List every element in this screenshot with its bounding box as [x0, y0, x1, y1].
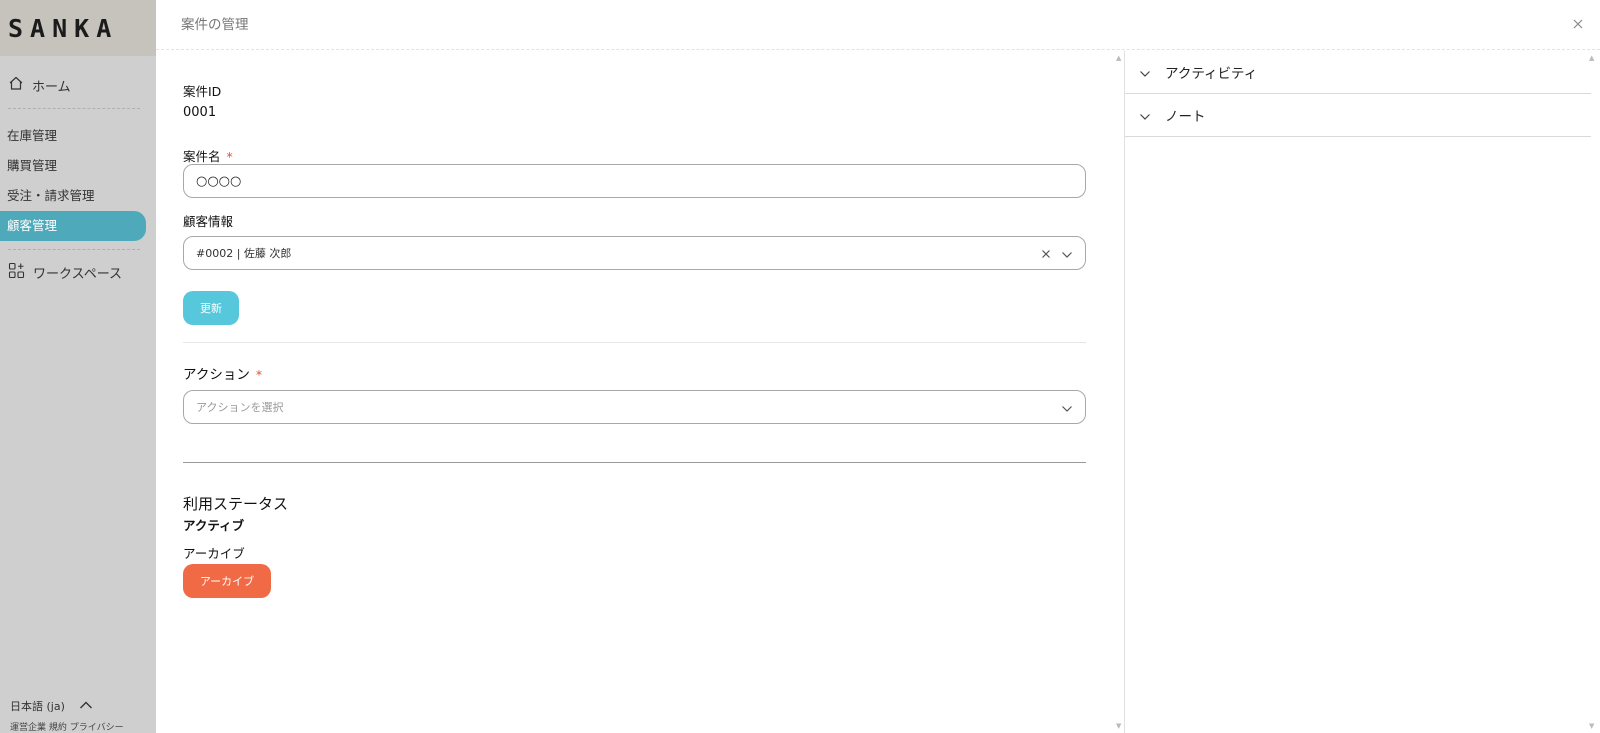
deal-id-value: 0001 [183, 105, 217, 120]
deal-name-input[interactable]: ○○○○ [183, 164, 1086, 198]
footer-link-privacy[interactable]: プライバシー [70, 723, 124, 733]
language-label: 日本語 (ja) [10, 700, 65, 713]
archive-button[interactable]: アーカイブ [183, 564, 271, 598]
accordion-label: アクティビティ [1165, 66, 1258, 82]
chevron-down-icon[interactable] [1061, 398, 1073, 417]
apps-grid-icon [8, 262, 25, 283]
action-label: アクション * [183, 363, 262, 383]
sidebar-item-inventory[interactable]: 在庫管理 [0, 121, 156, 151]
update-button[interactable]: 更新 [183, 291, 239, 325]
footer-link-terms[interactable]: 規約 [49, 723, 67, 733]
archive-label: アーカイブ [183, 546, 245, 561]
accordion-activity[interactable]: アクティビティ [1125, 51, 1591, 94]
page-title: 案件の管理 [181, 17, 249, 33]
sidebar-item-purchasing[interactable]: 購買管理 [0, 151, 156, 181]
close-icon[interactable] [1568, 14, 1588, 34]
drawer-header: 案件の管理 [156, 0, 1600, 50]
chevron-down-icon [1139, 106, 1151, 125]
action-select-placeholder: アクションを選択 [196, 401, 284, 414]
select-controls [1041, 244, 1073, 263]
right-panel: アクティビティ ノート [1124, 51, 1600, 733]
chevron-up-icon[interactable] [79, 700, 93, 713]
clear-icon[interactable] [1041, 244, 1051, 263]
deal-id-label: 案件ID [183, 84, 222, 99]
sidebar-item-home[interactable]: ホーム [0, 74, 156, 96]
required-mark: * [255, 367, 263, 382]
customer-select-value: #0002 | 佐藤 次郎 [196, 247, 292, 260]
deal-name-value: ○○○○ [196, 173, 242, 189]
chevron-down-icon [1139, 63, 1151, 82]
sidebar-item-label: ワークスペース [33, 266, 123, 282]
scroll-down-arrow[interactable]: ▼ [1116, 722, 1121, 730]
customer-label: 顧客情報 [183, 214, 234, 229]
scroll-down-arrow[interactable]: ▼ [1589, 722, 1594, 730]
scroll-up-arrow[interactable]: ▲ [1116, 54, 1121, 62]
accordion-label: ノート [1165, 109, 1206, 125]
deal-name-label: 案件名 * [183, 146, 233, 165]
sidebar-item-customers[interactable]: 顧客管理 [0, 211, 146, 241]
scroll-up-arrow[interactable]: ▲ [1589, 54, 1594, 62]
usage-status-value: アクティブ [183, 518, 245, 533]
required-mark: * [226, 149, 233, 164]
sidebar-item-orders-billing[interactable]: 受注・請求管理 [0, 181, 156, 211]
footer-links: 運営企業 規約 プライバシー [10, 720, 150, 733]
customer-select[interactable]: #0002 | 佐藤 次郎 [183, 236, 1086, 270]
logo-area: SANKA [0, 0, 156, 56]
chevron-down-icon[interactable] [1061, 244, 1073, 263]
usage-status-title: 利用ステータス [183, 495, 289, 513]
sidebar-item-workspace[interactable]: ワークスペース [0, 260, 156, 284]
sidebar-divider [8, 249, 140, 250]
accordion-notes[interactable]: ノート [1125, 94, 1591, 137]
sidebar-footer: 日本語 (ja) 運営企業 規約 プライバシー [10, 698, 150, 733]
section-divider [183, 462, 1086, 463]
home-icon [8, 75, 24, 95]
language-selector[interactable]: 日本語 (ja) [10, 698, 150, 714]
sidebar: SANKA ホーム 在庫管理 購買管理 受注・請求管理 顧客管理 ワークスペース… [0, 0, 156, 733]
logo[interactable]: SANKA [8, 14, 118, 43]
sidebar-divider [8, 108, 140, 109]
deal-name-label-text: 案件名 [183, 149, 221, 164]
action-select[interactable]: アクションを選択 [183, 390, 1086, 424]
footer-link-company[interactable]: 運営企業 [10, 723, 46, 733]
section-divider [183, 342, 1086, 343]
sidebar-item-label: ホーム [32, 79, 71, 95]
action-label-text: アクション [183, 367, 250, 383]
